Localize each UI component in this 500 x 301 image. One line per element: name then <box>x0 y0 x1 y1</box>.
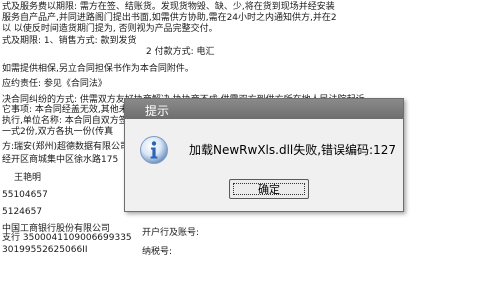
doc-line: 支行 3500041109006699335 <box>2 233 132 243</box>
doc-line: 经开区商城集中区徐水路175 <box>2 155 119 165</box>
ok-button-label: 确定 <box>258 183 280 196</box>
doc-line: 一式2份,双方各执一份(传真 <box>2 127 114 137</box>
doc-line: 纳税号: <box>142 247 173 257</box>
error-message: 加载NewRwXls.dll失败,错误编码:127 <box>189 143 396 157</box>
doc-line: 式及服务费以期限: 需方在签、结账货。发现货物毁、缺、少,将在货到现场并经安装 <box>2 2 335 12</box>
doc-line: 服务自产品产,并同进路阁门提出书面,如需供方协助,需在24小时之内通知供方,并在… <box>2 13 337 23</box>
doc-line: 应约责任: 参见《合同法》 <box>2 79 107 89</box>
doc-line: 55104657 <box>2 190 48 200</box>
doc-line: 30199552625066II <box>2 245 88 255</box>
doc-line: 2 付款方式: 电汇 <box>146 47 215 57</box>
ok-button[interactable]: 确定 <box>229 179 309 199</box>
info-icon <box>140 136 168 164</box>
dialog-title: 提示 <box>145 104 170 118</box>
doc-line: 方:瑞安(郑州)超德数据有限公司 <box>2 142 130 152</box>
doc-line: 如需提供相保,另立合同担保书作为本合同附件。 <box>2 64 194 74</box>
doc-line: 以 以使反时间造货期门提为, 否则视为产品完整交付。 <box>2 24 218 34</box>
doc-line: 式及期限: 1、销售方式: 款到发货 <box>2 36 137 46</box>
doc-line: 开户行及账号: <box>142 228 200 238</box>
error-dialog: 提示 加载NewRwXls.dll失败,错误编码:127 确定 <box>124 98 404 212</box>
doc-line: 它事项: 本合同经盖无效,其他未 <box>2 105 128 115</box>
dialog-titlebar[interactable]: 提示 <box>125 99 403 119</box>
doc-line: 王艳明 <box>14 173 42 183</box>
doc-line: 5124657 <box>2 207 43 217</box>
